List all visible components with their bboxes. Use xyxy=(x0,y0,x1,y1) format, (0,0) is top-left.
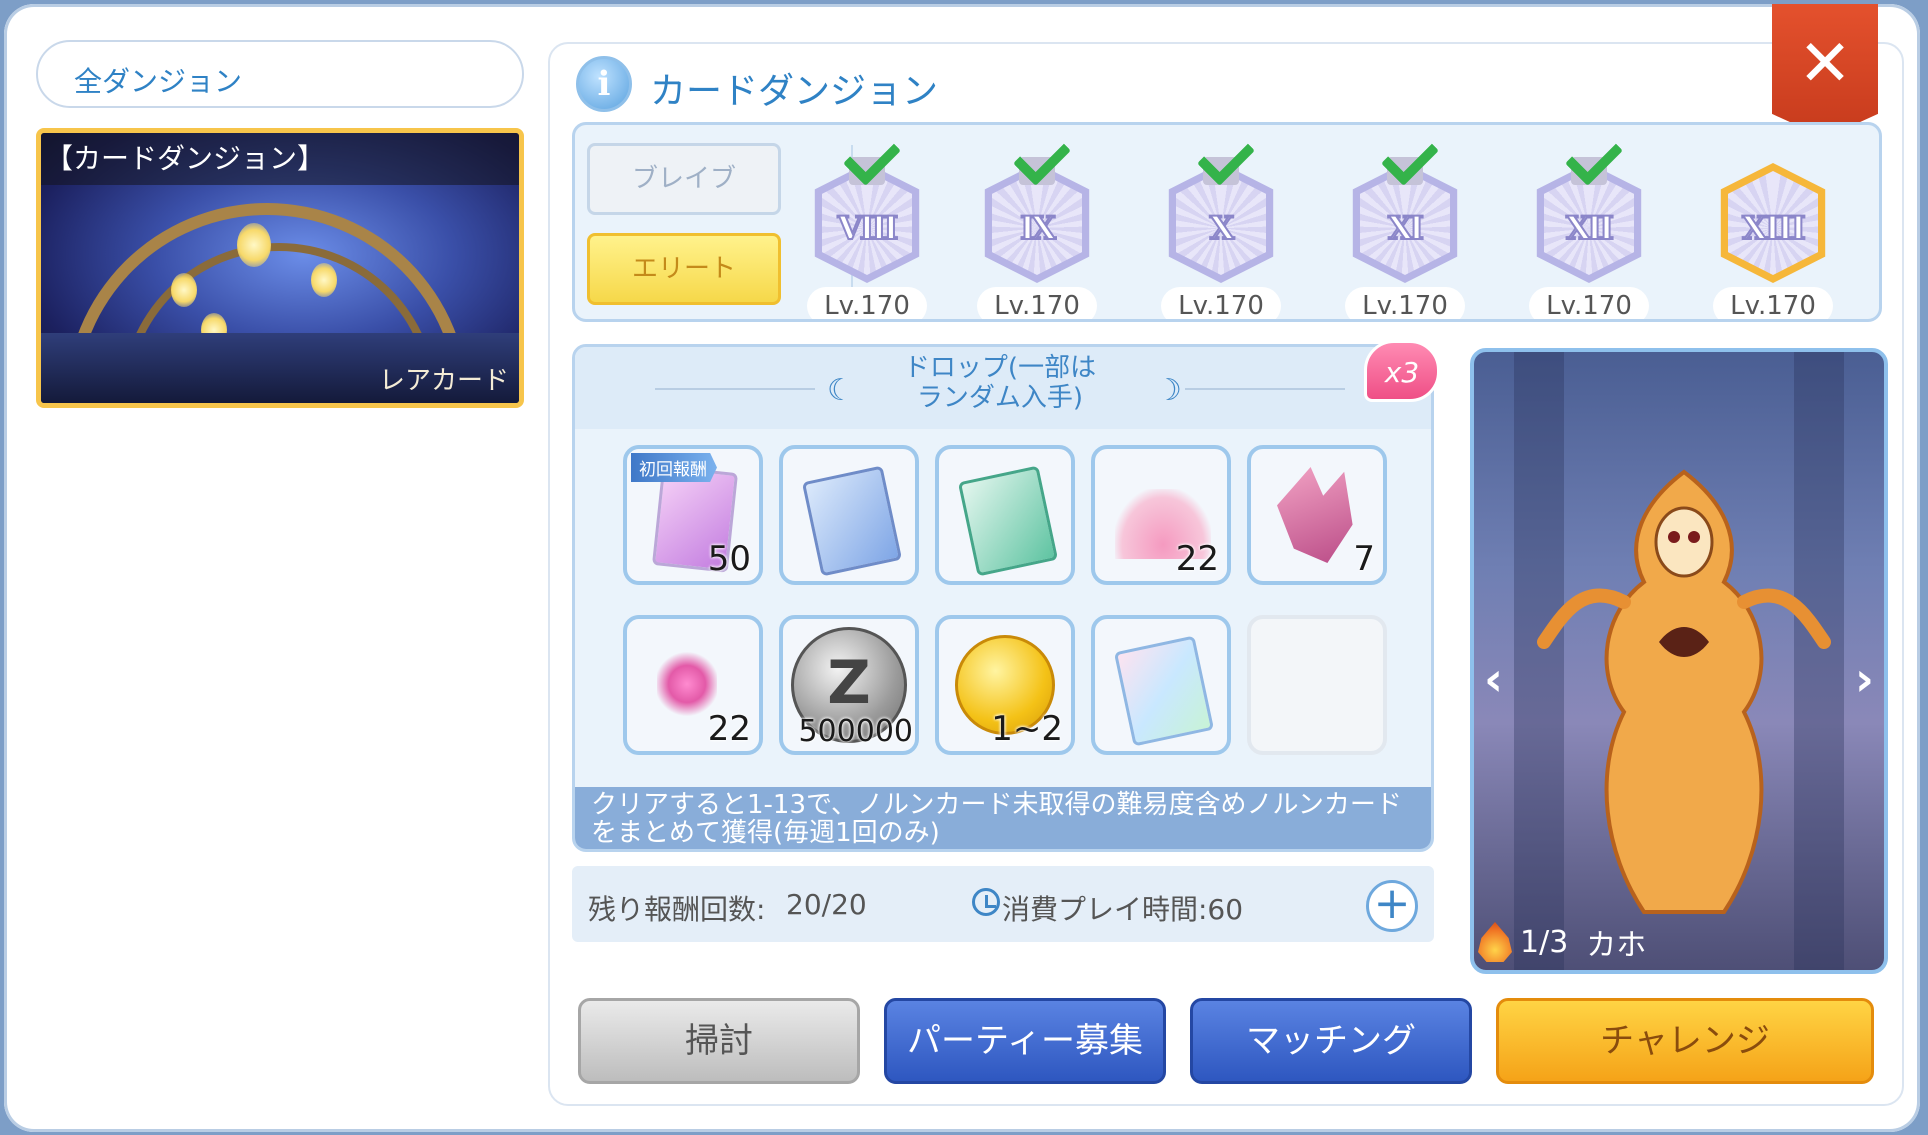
drop-item-rainbow-card[interactable] xyxy=(1091,615,1231,755)
challenge-button[interactable]: チャレンジ xyxy=(1496,998,1874,1084)
header-line xyxy=(655,388,815,390)
remaining-value: 20/20 xyxy=(786,888,867,921)
rainbow-card-icon xyxy=(1113,635,1215,747)
level-label: Lv.170 xyxy=(1713,287,1833,319)
check-icon xyxy=(839,128,901,187)
dungeon-card-tag: レアカード xyxy=(378,366,509,396)
item-qty: 7 xyxy=(1353,539,1375,579)
green-card-icon xyxy=(957,465,1059,577)
item-qty: 500000 xyxy=(798,714,913,749)
item-qty: 1~2 xyxy=(991,709,1063,749)
mode-elite-button[interactable]: エリート xyxy=(587,233,781,305)
level-numeral: Ⅸ xyxy=(1019,208,1057,248)
check-icon xyxy=(1009,128,1071,187)
clock-icon xyxy=(972,888,1000,916)
level-8[interactable]: Ⅷ Lv.170 xyxy=(797,128,937,319)
matching-button[interactable]: マッチング xyxy=(1190,998,1472,1084)
multiplier-badge: x3 xyxy=(1364,340,1440,402)
boss-page: 1/3 xyxy=(1520,924,1569,960)
dungeon-window: 全ダンジョン 【カードダンジョン】 レアカード i カードダンジョン ✕ ブレイ… xyxy=(4,4,1920,1132)
drop-item-gem-card[interactable]: 初回報酬 50 xyxy=(623,445,763,585)
drop-panel: ☾ ☽ ドロップ(一部は ランダム入手) 初回報酬 50 22 7 22 Z 5… xyxy=(572,344,1434,852)
level-13-selected[interactable]: XIII Lv.170 xyxy=(1703,145,1843,319)
dungeon-card-selected[interactable]: 【カードダンジョン】 レアカード xyxy=(36,128,524,408)
add-count-button[interactable]: + xyxy=(1366,880,1418,932)
drop-note: クリアすると1-13で、ノルンカード未取得の難易度含めノルンカードをまとめて獲得… xyxy=(575,787,1431,849)
drop-item-pink-dust[interactable]: 22 xyxy=(1091,445,1231,585)
drop-item-green-card[interactable] xyxy=(935,445,1075,585)
drop-title: ドロップ(一部は ランダム入手) xyxy=(835,353,1165,413)
first-reward-badge: 初回報酬 xyxy=(631,453,717,482)
dungeon-card-title: 【カードダンジョン】 xyxy=(41,133,519,185)
level-numeral: Ⅺ xyxy=(1387,208,1425,248)
level-label: Lv.170 xyxy=(977,287,1097,319)
drop-item-blue-card[interactable] xyxy=(779,445,919,585)
lamp-icon xyxy=(311,263,337,297)
drop-item-pink-crystal[interactable]: 7 xyxy=(1247,445,1387,585)
level-label: Lv.170 xyxy=(807,287,927,319)
check-icon xyxy=(1193,128,1255,187)
lamp-icon xyxy=(237,223,271,267)
sweep-button[interactable]: 掃討 xyxy=(578,998,860,1084)
check-icon xyxy=(1561,128,1623,187)
level-numeral: Ⅹ xyxy=(1209,208,1236,248)
drop-title-line2: ランダム入手) xyxy=(916,383,1084,413)
boss-name: カホ xyxy=(1586,928,1647,963)
drop-item-zeny[interactable]: Z 500000 xyxy=(779,615,919,755)
fire-element-icon xyxy=(1478,922,1512,962)
level-11[interactable]: Ⅺ Lv.170 xyxy=(1335,128,1475,319)
boss-next-button[interactable]: › xyxy=(1855,652,1874,706)
item-qty: 50 xyxy=(707,539,751,579)
count-bar: 残り報酬回数: 20/20 消費プレイ時間:60 + xyxy=(572,866,1434,942)
level-9[interactable]: Ⅸ Lv.170 xyxy=(967,128,1107,319)
level-label: Lv.170 xyxy=(1529,287,1649,319)
boss-panel: ‹ › 1/3 カホ xyxy=(1470,348,1888,974)
info-icon[interactable]: i xyxy=(576,56,632,112)
level-label: Lv.170 xyxy=(1161,287,1281,319)
close-icon: ✕ xyxy=(1798,27,1852,101)
drop-item-empty xyxy=(1247,615,1387,755)
level-10[interactable]: Ⅹ Lv.170 xyxy=(1151,128,1291,319)
boss-prev-button[interactable]: ‹ xyxy=(1484,652,1503,706)
lamp-icon xyxy=(171,273,197,307)
all-dungeons-label: 全ダンジョン xyxy=(74,65,243,98)
drop-item-cat-coin[interactable]: 1~2 xyxy=(935,615,1075,755)
all-dungeons-button[interactable]: 全ダンジョン xyxy=(36,40,524,108)
play-time-label: 消費プレイ時間:60 xyxy=(1002,893,1244,926)
pink-crystal-icon xyxy=(1277,467,1353,563)
drop-title-line1: ドロップ(一部は xyxy=(903,353,1097,383)
remaining-label: 残り報酬回数: xyxy=(588,893,766,926)
mode-brave-button[interactable]: ブレイブ xyxy=(587,143,781,215)
party-recruit-button[interactable]: パーティー募集 xyxy=(884,998,1166,1084)
header-line xyxy=(1185,388,1345,390)
level-label: Lv.170 xyxy=(1345,287,1465,319)
check-icon xyxy=(1377,128,1439,187)
level-numeral: Ⅻ xyxy=(1565,208,1615,248)
item-qty: 22 xyxy=(1175,539,1219,579)
boss-figure xyxy=(1537,469,1831,914)
blue-card-icon xyxy=(801,465,903,577)
item-qty: 22 xyxy=(707,709,751,749)
level-numeral: XIII xyxy=(1741,208,1807,248)
close-button[interactable]: ✕ xyxy=(1772,4,1878,138)
drop-item-pink-spark[interactable]: 22 xyxy=(623,615,763,755)
page-title: カードダンジョン xyxy=(650,71,939,112)
level-numeral: Ⅷ xyxy=(837,208,900,248)
level-12[interactable]: Ⅻ Lv.170 xyxy=(1519,128,1659,319)
level-panel: ブレイブ エリート Ⅷ Lv.170 Ⅸ Lv.170 Ⅹ Lv.170 Ⅺ L… xyxy=(572,122,1882,322)
drop-header: ☾ ☽ ドロップ(一部は ランダム入手) xyxy=(575,347,1431,429)
boss-footer: 1/3 カホ xyxy=(1478,920,1646,964)
